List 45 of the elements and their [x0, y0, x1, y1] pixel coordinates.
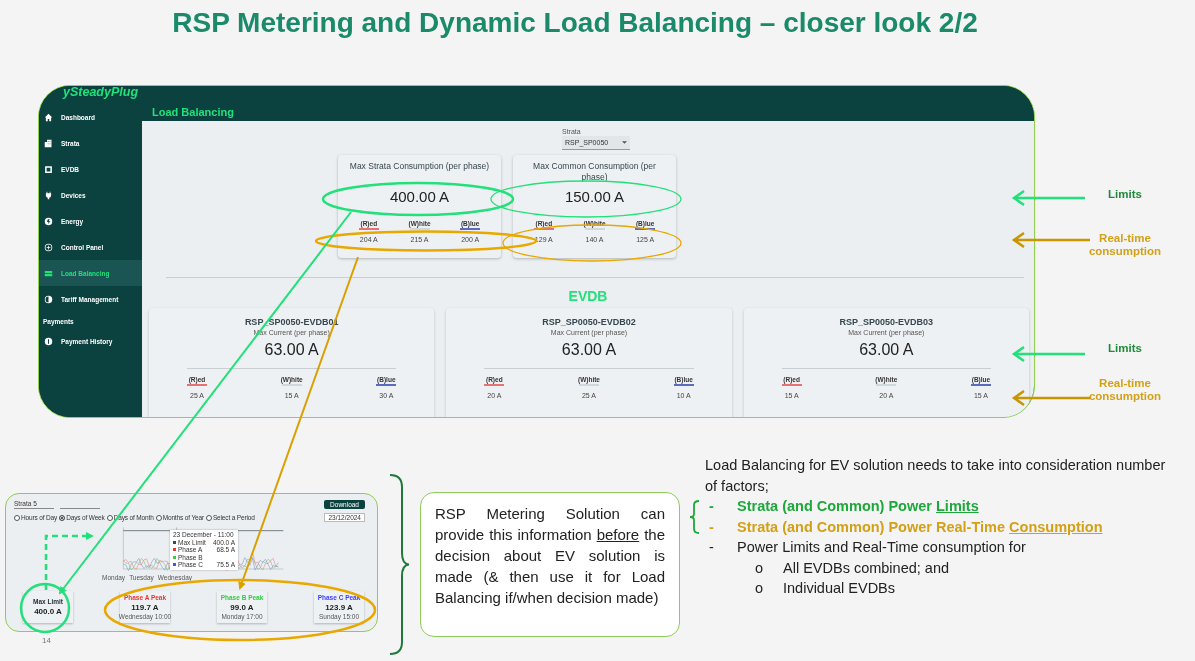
slide-title: RSP Metering and Dynamic Load Balancing – closer look 2/2 — [171, 6, 979, 40]
evdb-value: 63.00 A — [858, 340, 915, 360]
card-value: 150.00 A — [563, 187, 626, 207]
list-item: Strata (and Common) Power Limits — [737, 497, 979, 516]
notes-intro: Load Balancing for EV solution needs to take into consideration number of factors; — [705, 456, 1167, 496]
list-item: Strata (and Common) Power Real-Time Consumption — [737, 517, 1103, 537]
building-icon — [44, 138, 53, 148]
evdb-value: 63.00 A — [560, 340, 618, 360]
list-marker: o — [755, 558, 765, 578]
evdb-value: 63.00 A — [263, 340, 320, 360]
plus-icon — [44, 242, 53, 252]
caret-icon — [622, 140, 627, 145]
logo: ySteadyPlug — [61, 86, 140, 101]
page-title: Load Balancing — [152, 106, 234, 118]
section-heading: EVDB — [567, 288, 609, 304]
list-item: Individual EVDBs — [783, 579, 896, 598]
callout-circle — [19, 582, 71, 634]
chip-icon — [44, 164, 53, 174]
bolt-icon — [44, 216, 53, 226]
annotation-label: Real-time consumption — [1087, 377, 1163, 403]
list-marker: - — [709, 517, 715, 537]
list-marker: o — [755, 579, 765, 598]
card-title: Max Strata Consumption (per phase) — [348, 161, 491, 173]
list-item: All EVDBs combined; and — [783, 558, 950, 578]
annotation-label: Limits — [1107, 342, 1143, 355]
list-marker: - — [709, 538, 715, 557]
list-marker: - — [709, 497, 715, 516]
annotation-label: Real-time consumption — [1087, 232, 1163, 258]
plug-icon — [44, 190, 53, 200]
list-item: Power Limits and Real-Time consumption for — [737, 538, 1026, 557]
bars-icon — [44, 268, 53, 278]
dashed-arrow — [44, 532, 94, 590]
card-value: 400.00 A — [388, 187, 451, 207]
evdb-name: RSP_SP0050-EVDB02 — [541, 316, 637, 328]
page-number: 14 — [41, 636, 52, 645]
home-icon — [44, 112, 53, 122]
stat-value: 119.7 A — [131, 602, 159, 612]
stat-value: 400.0 A — [34, 607, 62, 616]
annotation-label: Limits — [1107, 188, 1143, 201]
bracket-drawing — [689, 500, 701, 534]
stat-value: 123.9 A — [325, 602, 353, 612]
stat-value: 99.0 A — [230, 602, 254, 612]
evdb-name: RSP_SP0050-EVDB03 — [838, 316, 935, 328]
card-title: Max Common Consumption (per phase) — [532, 161, 657, 184]
callout-box: RSP Metering Solution can provide this information before the decision about EV solution is made (& then use it for Load Balancing if/when decision made) — [420, 492, 680, 637]
